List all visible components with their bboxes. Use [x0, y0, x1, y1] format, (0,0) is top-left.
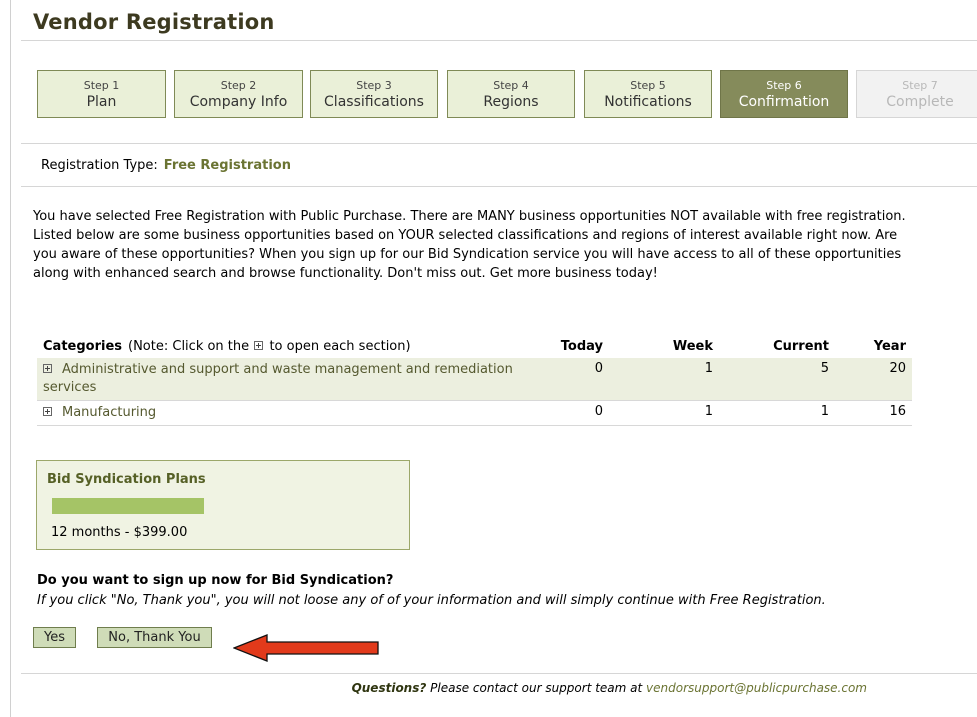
category-name: Administrative and support and waste man…: [43, 362, 513, 395]
step-4-regions[interactable]: Step 4 Regions: [447, 70, 575, 118]
step-number: Step 1: [83, 79, 120, 92]
plan-option: 12 months - $399.00: [51, 525, 188, 540]
step-label: Notifications: [604, 94, 692, 110]
column-year: Year: [873, 338, 906, 354]
category-name-cell[interactable]: Administrative and support and waste man…: [37, 358, 537, 401]
categories-note: (Note: Click on the to open each section…: [128, 339, 411, 354]
year-count: 16: [835, 400, 912, 426]
category-name-cell[interactable]: Manufacturing: [37, 400, 537, 426]
column-current: Current: [773, 338, 829, 354]
current-count: 1: [719, 400, 835, 426]
categories-header: Categories (Note: Click on the to open ea…: [37, 333, 537, 358]
footer-divider: [21, 673, 977, 674]
signup-question: Do you want to sign up now for Bid Syndi…: [37, 573, 394, 588]
step-number: Step 6: [766, 79, 802, 92]
expand-icon[interactable]: [43, 407, 52, 416]
bid-syndication-plans-box: Bid Syndication Plans 12 months - $399.0…: [36, 460, 410, 550]
step-3-classifications[interactable]: Step 3 Classifications: [310, 70, 438, 118]
registration-type: Registration Type: Free Registration: [41, 158, 291, 173]
table-header-row: Categories (Note: Click on the to open ea…: [37, 333, 912, 358]
year-count: 20: [835, 358, 912, 401]
plan-bar: [52, 498, 204, 514]
support-email-link[interactable]: vendorsupport@publicpurchase.com: [646, 681, 867, 695]
step-2-company-info[interactable]: Step 2 Company Info: [174, 70, 303, 118]
week-count: 1: [609, 400, 719, 426]
red-arrow-icon: [233, 634, 379, 662]
plans-header: Bid Syndication Plans: [47, 472, 206, 487]
expand-icon: [254, 340, 264, 350]
today-count: 0: [537, 358, 609, 401]
step-label: Confirmation: [738, 94, 830, 110]
step-label: Company Info: [189, 94, 288, 110]
yes-button[interactable]: Yes: [33, 627, 76, 648]
step-label: Regions: [483, 94, 539, 110]
step-number: Step 7: [902, 79, 938, 92]
current-count: 5: [719, 358, 835, 401]
note-suffix: to open each section): [269, 338, 411, 354]
page-title: Vendor Registration: [33, 10, 275, 34]
table-row[interactable]: Administrative and support and waste man…: [37, 358, 912, 401]
column-today: Today: [560, 338, 603, 354]
expand-icon[interactable]: [43, 364, 52, 373]
column-week: Week: [672, 338, 713, 354]
steps-divider: [21, 143, 977, 144]
step-6-confirmation[interactable]: Step 6 Confirmation: [720, 70, 848, 118]
week-count: 1: [609, 358, 719, 401]
step-number: Step 5: [630, 79, 666, 92]
step-5-notifications[interactable]: Step 5 Notifications: [584, 70, 712, 118]
categories-header-label: Categories: [43, 338, 123, 354]
step-number: Step 4: [493, 79, 529, 92]
step-7-complete: Step 7 Complete: [856, 70, 977, 118]
registration-divider: [21, 186, 977, 187]
no-thank-you-button[interactable]: No, Thank You: [97, 627, 212, 648]
categories-table: Categories (Note: Click on the to open ea…: [37, 333, 912, 426]
step-label: Classifications: [324, 94, 424, 110]
table-row[interactable]: Manufacturing 0 1 1 16: [37, 400, 912, 426]
note-prefix: (Note: Click on the: [128, 338, 250, 354]
registration-type-value: Free Registration: [163, 158, 291, 173]
page-container: Vendor Registration Step 1 Plan Step 2 C…: [10, 0, 977, 717]
step-number: Step 3: [356, 79, 392, 92]
step-label: Plan: [86, 94, 117, 110]
footer-question: Questions?: [351, 681, 427, 695]
registration-type-label: Registration Type:: [41, 158, 158, 173]
step-label: Complete: [886, 94, 954, 110]
category-name: Manufacturing: [62, 405, 157, 420]
footer-text: Please contact our support team at: [430, 681, 643, 695]
today-count: 0: [537, 400, 609, 426]
step-1-plan[interactable]: Step 1 Plan: [37, 70, 166, 118]
step-number: Step 2: [220, 79, 257, 92]
title-divider: [21, 40, 977, 41]
signup-note: If you click "No, Thank you", you will n…: [37, 593, 826, 608]
intro-paragraph: You have selected Free Registration with…: [33, 209, 906, 281]
